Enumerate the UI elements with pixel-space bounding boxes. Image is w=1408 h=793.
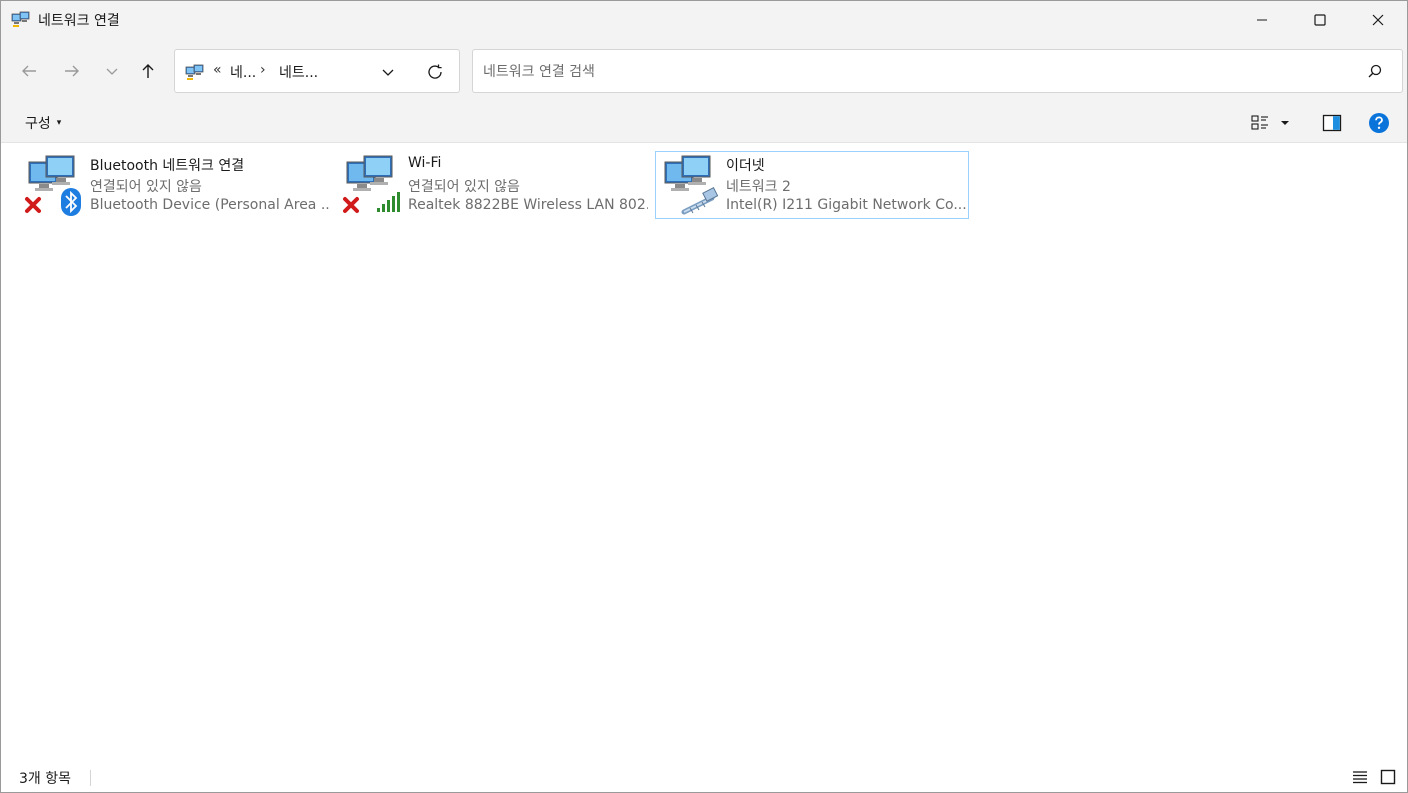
network-connections-icon (185, 64, 204, 80)
recent-locations-button[interactable] (98, 57, 126, 85)
refresh-icon (428, 64, 442, 79)
tiles-view-button[interactable] (1378, 768, 1398, 786)
breadcrumb-segment[interactable]: 네트... (279, 62, 318, 82)
refresh-button[interactable] (423, 61, 447, 83)
organize-button[interactable]: 구성 ▾ (17, 111, 69, 135)
connection-status: 네트워크 2 (726, 179, 791, 195)
command-bar: 구성 ▾ (1, 103, 1407, 143)
caret-down-icon (1281, 121, 1289, 125)
status-divider (90, 770, 91, 786)
signal-bars-icon (377, 192, 400, 212)
maximize-icon (1314, 14, 1326, 26)
bluetooth-icon (61, 188, 81, 216)
connection-status: 연결되어 있지 않음 (90, 179, 202, 195)
address-dropdown-button[interactable] (377, 61, 399, 83)
connection-name: 이더넷 (726, 158, 765, 174)
address-bar[interactable]: « 네... › 네트... (174, 49, 460, 93)
connection-device: Bluetooth Device (Personal Area ... (90, 197, 330, 213)
minimize-icon (1257, 19, 1267, 21)
arrow-right-icon (65, 65, 79, 77)
up-button[interactable] (134, 57, 162, 85)
network-adapter-icon (664, 155, 719, 215)
connection-name: Bluetooth 네트워크 연결 (90, 158, 245, 174)
details-view-button[interactable] (1350, 768, 1370, 786)
item-count: 3개 항목 (19, 771, 71, 787)
maximize-button[interactable] (1291, 1, 1349, 39)
title-bar[interactable]: 네트워크 연결 (1, 1, 1407, 39)
ethernet-cable-icon (681, 187, 719, 215)
list-item[interactable]: Bluetooth 네트워크 연결 연결되어 있지 않음 Bluetooth D… (19, 151, 333, 219)
status-bar: 3개 항목 (1, 761, 1407, 792)
breadcrumb-overflow[interactable]: « (213, 62, 222, 78)
network-connections-icon (11, 11, 30, 27)
disconnected-icon (343, 197, 359, 213)
forward-button[interactable] (58, 57, 86, 85)
arrow-up-icon (142, 64, 154, 78)
network-adapter-icon (343, 155, 400, 213)
arrow-left-icon (22, 65, 36, 77)
connection-device: Realtek 8822BE Wireless LAN 802... (408, 197, 648, 213)
preview-pane-button[interactable] (1319, 111, 1345, 135)
tiles-view-icon (1380, 769, 1396, 785)
connection-status: 연결되어 있지 않음 (408, 179, 520, 195)
caret-down-icon: ▾ (56, 118, 62, 128)
list-item[interactable]: Wi-Fi 연결되어 있지 않음 Realtek 8822BE Wireless… (337, 151, 651, 219)
navigation-bar: « 네... › 네트... (1, 39, 1407, 103)
preview-pane-icon (1322, 114, 1342, 132)
breadcrumb-segment[interactable]: 네... (230, 62, 256, 82)
breadcrumb-separator[interactable]: › (260, 62, 266, 78)
disconnected-icon (25, 197, 41, 213)
list-item[interactable]: 이더넷 네트워크 2 Intel(R) I211 Gigabit Network… (655, 151, 969, 219)
change-view-button[interactable] (1250, 111, 1300, 135)
network-adapter-icon (25, 155, 81, 216)
details-list-icon (1353, 771, 1367, 784)
minimize-button[interactable] (1233, 1, 1291, 39)
back-button[interactable] (15, 57, 43, 85)
close-button[interactable] (1349, 1, 1407, 39)
file-list[interactable]: Bluetooth 네트워크 연결 연결되어 있지 않음 Bluetooth D… (1, 143, 1407, 761)
connection-device: Intel(R) I211 Gigabit Network Co... (726, 197, 966, 213)
search-icon[interactable] (1366, 63, 1384, 81)
view-options-icon (1251, 115, 1268, 130)
connection-name: Wi-Fi (408, 155, 442, 171)
chevron-down-icon (106, 68, 118, 75)
chevron-down-icon (382, 69, 394, 76)
organize-label: 구성 (25, 116, 51, 132)
search-box[interactable] (472, 49, 1403, 93)
search-input[interactable] (483, 61, 1343, 83)
help-button[interactable] (1366, 111, 1392, 135)
close-icon (1372, 14, 1384, 26)
explorer-window: 네트워크 연결 « 네... › 네트... 네트워크 연결 검색 구성 ▾ B… (0, 0, 1408, 793)
help-icon (1369, 113, 1389, 133)
window-title: 네트워크 연결 (38, 13, 120, 29)
